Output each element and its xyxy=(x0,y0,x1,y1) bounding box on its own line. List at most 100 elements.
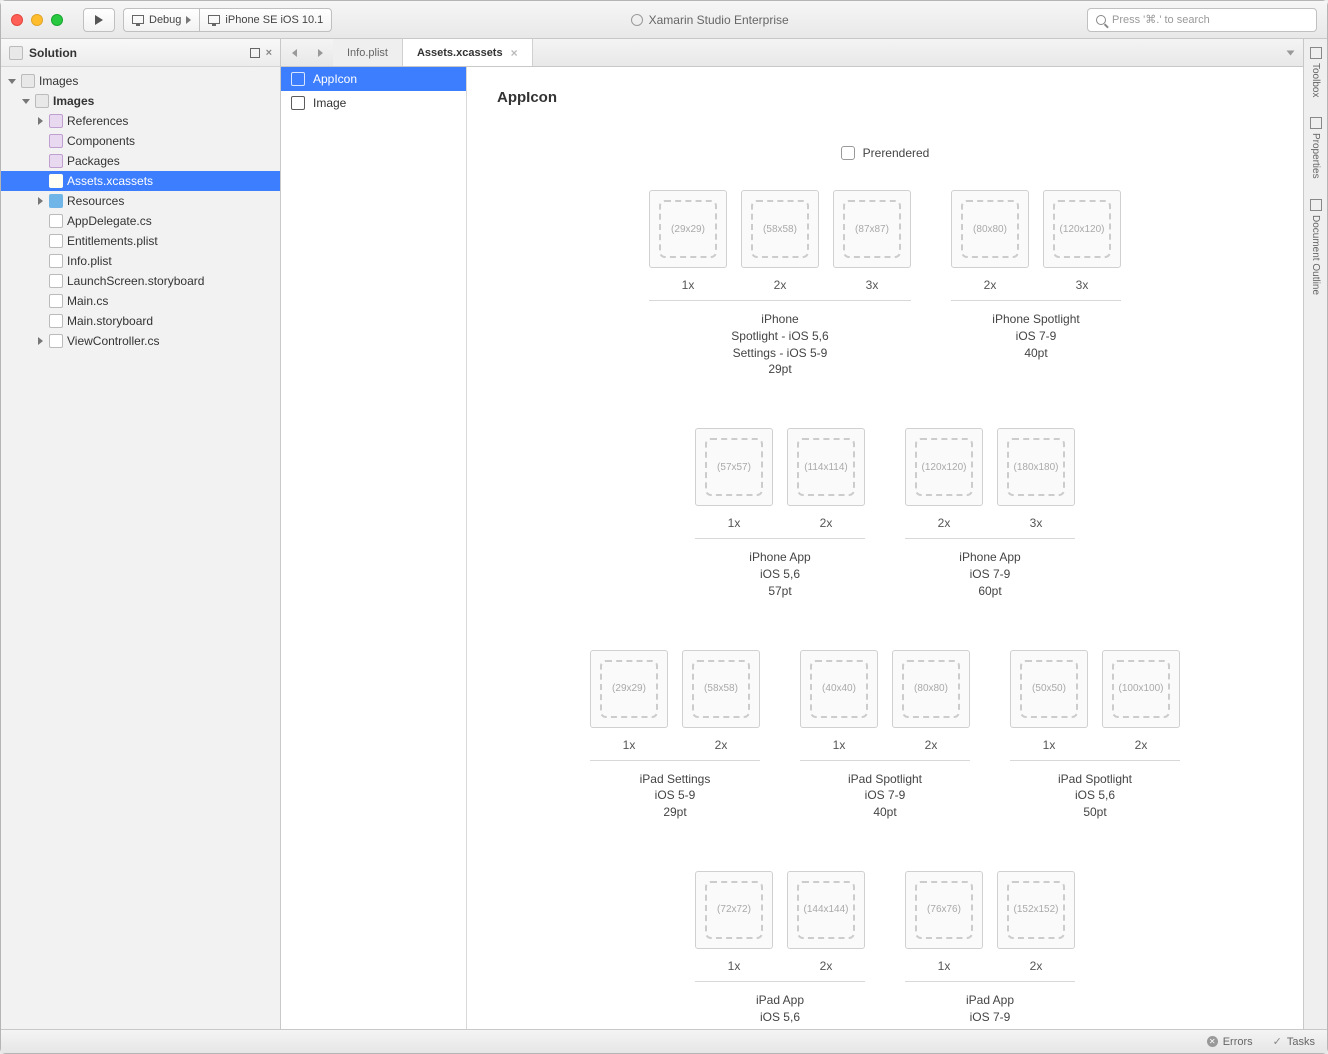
asset-row-appicon[interactable]: AppIcon xyxy=(281,67,466,91)
icon-slot[interactable]: (72x72)1x xyxy=(695,871,773,973)
tree-label: Images xyxy=(53,94,94,108)
slot-dropzone[interactable]: (76x76) xyxy=(915,881,973,939)
scale-label: 2x xyxy=(820,959,833,973)
icon-slot[interactable]: (80x80) 2x xyxy=(951,190,1029,292)
slot-dropzone[interactable]: (152x152) xyxy=(1007,881,1065,939)
prerendered-checkbox[interactable] xyxy=(841,146,855,160)
close-window-button[interactable] xyxy=(11,14,23,26)
asset-label: AppIcon xyxy=(313,72,357,86)
tab-info-plist[interactable]: Info.plist xyxy=(333,39,403,66)
tab-close-button[interactable]: × xyxy=(511,46,518,60)
slot-dropzone[interactable]: (180x180) xyxy=(1007,438,1065,496)
tree-viewcontroller[interactable]: ViewController.cs xyxy=(1,331,280,351)
icon-slot[interactable]: (120x120) 2x xyxy=(905,428,983,530)
run-button[interactable] xyxy=(83,8,115,32)
slot-dropzone[interactable]: (57x57) xyxy=(705,438,763,496)
slot-dropzone[interactable]: (58x58) xyxy=(692,660,750,718)
tree-references[interactable]: References xyxy=(1,111,280,131)
icon-slot[interactable]: (120x120)3x xyxy=(1043,190,1121,292)
tree-project[interactable]: Images xyxy=(1,91,280,111)
slot-dropzone[interactable]: (72x72) xyxy=(705,881,763,939)
tree-resources[interactable]: Resources xyxy=(1,191,280,211)
slot-dropzone[interactable]: (29x29) xyxy=(659,200,717,258)
slot-dropzone[interactable]: (29x29) xyxy=(600,660,658,718)
icon-slot[interactable]: (76x76)1x xyxy=(905,871,983,973)
scale-label: 3x xyxy=(1030,516,1043,530)
global-search-input[interactable]: Press '⌘.' to search xyxy=(1087,8,1317,32)
tree-label: Resources xyxy=(67,194,124,208)
slot-dropzone[interactable]: (100x100) xyxy=(1112,660,1170,718)
tree-label: Components xyxy=(67,134,135,148)
target-selector[interactable]: iPhone SE iOS 10.1 xyxy=(199,8,332,32)
tab-overflow-button[interactable] xyxy=(1277,39,1303,67)
scale-label: 2x xyxy=(925,738,938,752)
tree-appdelegate[interactable]: AppDelegate.cs xyxy=(1,211,280,231)
scale-label: 1x xyxy=(682,278,695,292)
icon-slot[interactable]: (57x57) 1x xyxy=(695,428,773,530)
icon-slot[interactable]: (114x114)2x xyxy=(787,428,865,530)
icon-slot[interactable]: (80x80) 2x xyxy=(892,650,970,752)
slot-dropzone[interactable]: (87x87) xyxy=(843,200,901,258)
slot-dropzone[interactable]: (120x120) xyxy=(1053,200,1111,258)
nav-forward-button[interactable] xyxy=(307,39,333,67)
window-controls xyxy=(11,14,63,26)
tree-components[interactable]: Components xyxy=(1,131,280,151)
tab-assets-xcassets[interactable]: Assets.xcassets × xyxy=(403,39,533,66)
icon-slot[interactable]: (29x29)1x xyxy=(590,650,668,752)
tree-entitlements[interactable]: Entitlements.plist xyxy=(1,231,280,251)
status-tasks[interactable]: ✓ Tasks xyxy=(1273,1035,1315,1048)
tree-assets-xcassets[interactable]: Assets.xcassets xyxy=(1,171,280,191)
icon-slot[interactable]: (58x58) 2x xyxy=(741,190,819,292)
icon-slot[interactable]: (152x152)2x xyxy=(997,871,1075,973)
icon-slot[interactable]: (180x180) 3x xyxy=(997,428,1075,530)
slot-dropzone[interactable]: (50x50) xyxy=(1020,660,1078,718)
rail-toolbox[interactable]: Toolbox xyxy=(1310,47,1322,97)
tree-mainstoryboard[interactable]: Main.storyboard xyxy=(1,311,280,331)
assets-icon xyxy=(49,174,63,188)
icon-slot[interactable]: (58x58)2x xyxy=(682,650,760,752)
slot-dropzone[interactable]: (144x144) xyxy=(797,881,855,939)
scale-label: 2x xyxy=(938,516,951,530)
scale-label: 2x xyxy=(774,278,787,292)
group-caption: iPad AppiOS 7-976pt xyxy=(966,992,1014,1029)
icon-group-ipad-spotlight-56: (50x50)1x(100x100)2xiPad SpotlightiOS 5,… xyxy=(1010,650,1180,821)
configuration-selector[interactable]: Debug xyxy=(123,8,199,32)
slot-dropzone[interactable]: (58x58) xyxy=(751,200,809,258)
icon-slot[interactable]: (100x100)2x xyxy=(1102,650,1180,752)
slot-dropzone[interactable]: (40x40) xyxy=(810,660,868,718)
icon-slot[interactable]: (40x40)1x xyxy=(800,650,878,752)
solution-tree[interactable]: Images Images References Components Pack xyxy=(1,67,280,1029)
tree-label: Info.plist xyxy=(67,254,112,268)
pad-close-button[interactable]: × xyxy=(266,47,272,59)
slot-dropzone[interactable]: (114x114) xyxy=(797,438,855,496)
icon-slot[interactable]: (50x50)1x xyxy=(1010,650,1088,752)
tree-label: Main.cs xyxy=(67,294,108,308)
file-icon xyxy=(49,294,63,308)
slot-dropzone[interactable]: (80x80) xyxy=(961,200,1019,258)
scale-label: 1x xyxy=(728,516,741,530)
nav-back-button[interactable] xyxy=(281,39,307,67)
icon-group-ipad-app-56: (72x72)1x(144x144)2xiPad AppiOS 5,672pt xyxy=(695,871,865,1029)
rail-document-outline[interactable]: Document Outline xyxy=(1310,199,1322,295)
zoom-window-button[interactable] xyxy=(51,14,63,26)
pad-dock-button[interactable] xyxy=(250,48,260,58)
disclosure-icon xyxy=(22,99,30,104)
app-icon xyxy=(631,14,643,26)
rail-properties[interactable]: Properties xyxy=(1310,117,1322,179)
minimize-window-button[interactable] xyxy=(31,14,43,26)
scale-label: 2x xyxy=(984,278,997,292)
status-errors[interactable]: ✕ Errors xyxy=(1207,1036,1253,1048)
status-bar: ✕ Errors ✓ Tasks xyxy=(1,1029,1327,1053)
slot-dropzone[interactable]: (120x120) xyxy=(915,438,973,496)
icon-slot[interactable]: (29x29) 1x xyxy=(649,190,727,292)
slot-dropzone[interactable]: (80x80) xyxy=(902,660,960,718)
tree-infoplist[interactable]: Info.plist xyxy=(1,251,280,271)
icon-slot[interactable]: (87x87)3x xyxy=(833,190,911,292)
tree-packages[interactable]: Packages xyxy=(1,151,280,171)
asset-row-image[interactable]: Image xyxy=(281,91,466,115)
tree-maincs[interactable]: Main.cs xyxy=(1,291,280,311)
tree-label: Main.storyboard xyxy=(67,314,153,328)
tree-solution-root[interactable]: Images xyxy=(1,71,280,91)
tree-launchscreen[interactable]: LaunchScreen.storyboard xyxy=(1,271,280,291)
icon-slot[interactable]: (144x144) 2x xyxy=(787,871,865,973)
